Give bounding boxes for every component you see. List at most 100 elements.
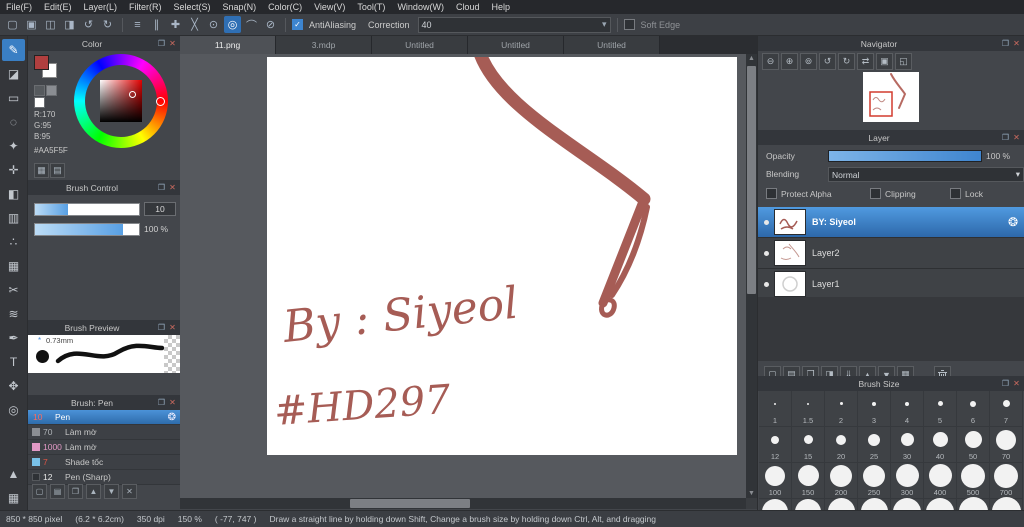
brush-item-pen-sharp[interactable]: 12 Pen (Sharp) xyxy=(28,470,180,485)
brush-size-cell[interactable] xyxy=(891,497,924,510)
zoom-reset-icon[interactable]: ⊚ xyxy=(800,53,817,70)
brush-size-cell[interactable] xyxy=(759,498,792,510)
popout-icon[interactable]: ❐ xyxy=(156,183,167,192)
popout-icon[interactable]: ❐ xyxy=(156,39,167,48)
lock-option[interactable]: Lock xyxy=(950,188,983,199)
close-icon[interactable]: ✕ xyxy=(167,323,178,332)
recent-color-swatch[interactable] xyxy=(46,85,57,96)
new-file-icon[interactable]: ▢ xyxy=(4,16,21,33)
snap-settings-icon[interactable]: ⊘ xyxy=(262,16,279,33)
hand-tool[interactable]: ✥ xyxy=(2,375,25,397)
gear-icon[interactable]: ❂ xyxy=(1008,215,1018,229)
popout-icon[interactable]: ❐ xyxy=(1000,379,1011,388)
menu-view[interactable]: View(V) xyxy=(308,2,351,12)
rotate-cw-icon[interactable]: ↻ xyxy=(838,53,855,70)
brush-size-cell[interactable]: 12 xyxy=(759,427,792,463)
brush-size-cell[interactable]: 400 xyxy=(924,463,957,499)
magic-wand-tool[interactable]: ✦ xyxy=(2,135,25,157)
close-icon[interactable]: ✕ xyxy=(167,398,178,407)
flip-icon[interactable]: ⇄ xyxy=(857,53,874,70)
brush-size-cell[interactable]: 200 xyxy=(825,463,858,499)
brush-size-cell[interactable]: 40 xyxy=(924,427,957,463)
snap-circle-icon[interactable]: ◎ xyxy=(224,16,241,33)
brush-size-cell[interactable] xyxy=(924,497,957,510)
brush-item-blur-large[interactable]: 1000 Làm mờ xyxy=(28,440,180,455)
brush-size-cell[interactable]: 70 xyxy=(990,427,1023,463)
brush-opacity-slider[interactable] xyxy=(34,223,140,236)
brush-up-icon[interactable]: ▲ xyxy=(86,484,101,499)
brush-size-cell[interactable]: 25 xyxy=(858,427,891,463)
open-file-icon[interactable]: ▣ xyxy=(23,16,40,33)
tab-11png[interactable]: 11.png xyxy=(180,36,276,54)
gear-icon[interactable]: ❂ xyxy=(168,412,176,423)
brush-size-cell[interactable]: 3 xyxy=(858,391,891,427)
save-icon[interactable]: ◫ xyxy=(42,16,59,33)
lock-checkbox[interactable] xyxy=(950,188,961,199)
canvas[interactable]: By : Siyeol #HD297 xyxy=(267,57,737,455)
brush-size-cell[interactable]: 150 xyxy=(792,463,825,499)
scroll-up-icon[interactable]: ▲ xyxy=(746,55,757,62)
scissors-tool[interactable]: ✂ xyxy=(2,279,25,301)
close-icon[interactable]: ✕ xyxy=(167,183,178,192)
menu-tool[interactable]: Tool(T) xyxy=(351,2,391,12)
brush-folder-icon[interactable]: ▤ xyxy=(50,484,65,499)
zoom-out-icon[interactable]: ⊖ xyxy=(762,53,779,70)
brush-size-cell[interactable]: 5 xyxy=(924,391,957,427)
eraser-tool[interactable]: ◪ xyxy=(2,63,25,85)
bucket-tool[interactable]: ◧ xyxy=(2,183,25,205)
rotate-ccw-icon[interactable]: ↺ xyxy=(819,53,836,70)
horizontal-scroll-thumb[interactable] xyxy=(350,499,470,508)
layer-visibility-toggle[interactable] xyxy=(758,248,774,258)
brush-size-cell[interactable] xyxy=(792,498,825,510)
scroll-down-icon[interactable]: ▼ xyxy=(746,490,757,497)
close-icon[interactable]: ✕ xyxy=(167,39,178,48)
export-icon[interactable]: ◨ xyxy=(61,16,78,33)
dot-tool[interactable]: ∴ xyxy=(2,231,25,253)
fg-bg-swatches[interactable] xyxy=(34,55,57,78)
close-icon[interactable]: ✕ xyxy=(1011,39,1022,48)
tab-untitled-2[interactable]: Untitled xyxy=(468,36,564,54)
tab-untitled-1[interactable]: Untitled xyxy=(372,36,468,54)
zoom-in-icon[interactable]: ⊕ xyxy=(781,53,798,70)
vertical-scroll-thumb[interactable] xyxy=(747,66,756,294)
brush-size-cell[interactable]: 7 xyxy=(990,391,1023,427)
horizontal-scrollbar[interactable] xyxy=(180,498,746,509)
navigator-thumbnail[interactable] xyxy=(863,72,919,122)
popout-icon[interactable]: ❐ xyxy=(156,323,167,332)
brush-size-cell[interactable]: 100 xyxy=(759,463,792,499)
snap-off-icon[interactable]: ≡ xyxy=(129,16,146,33)
brush-size-cell[interactable]: 6 xyxy=(957,391,990,427)
brush-size-cell[interactable]: 250 xyxy=(858,463,891,499)
brush-size-cell[interactable]: 2 xyxy=(825,391,858,427)
palette-icon[interactable]: ▦ xyxy=(34,163,49,178)
move-tool[interactable]: ✛ xyxy=(2,159,25,181)
brush-item-blur[interactable]: 70 Làm mờ xyxy=(28,425,180,440)
pattern-tool[interactable]: ▦ xyxy=(2,255,25,277)
brush-size-cell[interactable]: 50 xyxy=(957,427,990,463)
brush-size-cell[interactable]: 4 xyxy=(891,391,924,427)
text-tool[interactable]: T xyxy=(2,351,25,373)
brush-size-cell[interactable]: 30 xyxy=(891,427,924,463)
recent-color-swatch[interactable] xyxy=(34,97,45,108)
popout-icon[interactable]: ❐ xyxy=(156,398,167,407)
delete-brush-icon[interactable]: ✕ xyxy=(122,484,137,499)
brush-item-shade[interactable]: 7 Shade tốc xyxy=(28,455,180,470)
snap-x-icon[interactable]: ╳ xyxy=(186,16,203,33)
blur-tool[interactable]: ≋ xyxy=(2,303,25,325)
menu-select[interactable]: Select(S) xyxy=(168,2,217,12)
snap-vanishing-icon[interactable]: ⊙ xyxy=(205,16,222,33)
clipping-option[interactable]: Clipping xyxy=(870,188,916,199)
duplicate-brush-icon[interactable]: ❐ xyxy=(68,484,83,499)
menu-color[interactable]: Color(C) xyxy=(262,2,308,12)
tab-untitled-3[interactable]: Untitled xyxy=(564,36,660,54)
blending-dropdown[interactable]: Normal ▾ xyxy=(828,167,1024,182)
vertical-scrollbar[interactable]: ▲ ▼ xyxy=(746,54,757,498)
brush-size-cell[interactable]: 15 xyxy=(792,427,825,463)
brush-size-cell[interactable]: 700 xyxy=(990,463,1023,499)
panel-grid-icon[interactable]: ▦ xyxy=(2,487,25,509)
brush-size-cell[interactable] xyxy=(858,498,891,510)
hue-wheel[interactable] xyxy=(74,54,168,148)
menu-layer[interactable]: Layer(L) xyxy=(78,2,124,12)
brush-size-slider[interactable] xyxy=(34,203,140,216)
menu-window[interactable]: Window(W) xyxy=(391,2,450,12)
